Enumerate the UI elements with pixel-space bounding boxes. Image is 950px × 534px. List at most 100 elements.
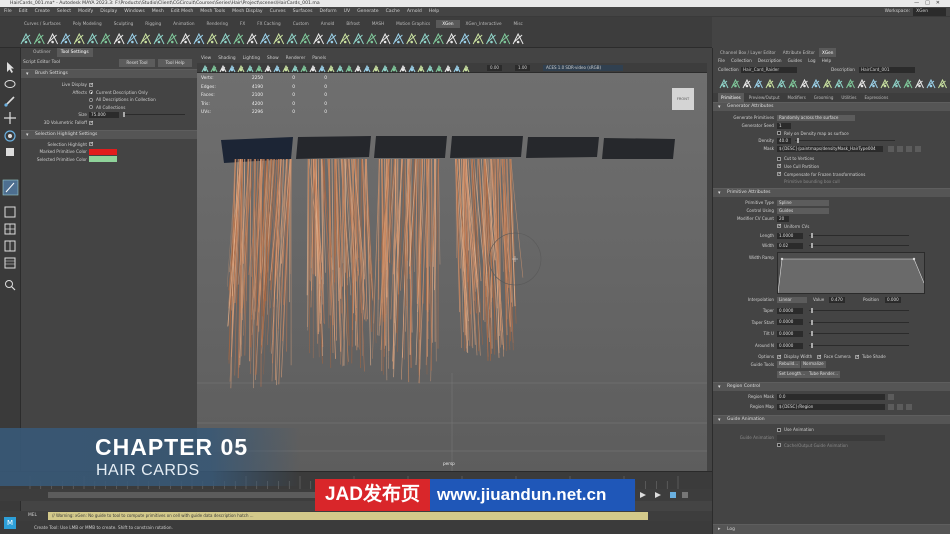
move-tool-icon[interactable] (4, 112, 16, 124)
hair-cards[interactable] (226, 158, 524, 389)
tilt-field[interactable]: 0.0000 (777, 331, 803, 338)
viewport-tool-27-icon[interactable] (435, 64, 443, 73)
shelf-tool-33-icon[interactable] (446, 32, 458, 45)
close-button[interactable]: ✕ (936, 0, 946, 6)
viewport-menu-renderer[interactable]: Renderer (286, 54, 306, 63)
viewport-tool-9-icon[interactable] (273, 64, 281, 73)
width-ramp-graph[interactable] (777, 251, 925, 294)
layout-two-icon[interactable] (4, 240, 16, 252)
generator-seed-field[interactable]: 1 (777, 122, 791, 129)
xgen-tool-7-icon[interactable] (788, 78, 798, 89)
xgen-subtab-preview-output[interactable]: Preview/Output (746, 93, 783, 102)
hair-card-2[interactable] (306, 158, 377, 372)
shelf-tool-30-icon[interactable] (406, 32, 418, 45)
shelf-tool-21-icon[interactable] (286, 32, 298, 45)
shelf-tab-bifrost[interactable]: Bifrost (340, 20, 366, 28)
tab-outliner[interactable]: Outliner (29, 48, 55, 57)
shelf-tool-22-icon[interactable] (299, 32, 311, 45)
xgen-tool-1-icon[interactable] (719, 78, 729, 89)
viewport-tool-11-icon[interactable] (291, 64, 299, 73)
description-dropdown[interactable]: HairCard_001 (859, 66, 915, 73)
shelf-tool-6-icon[interactable] (87, 32, 98, 45)
viewport-tool-10-icon[interactable] (282, 64, 290, 73)
reset-tool-button[interactable]: Reset Tool (119, 59, 155, 67)
shelf-tool-25-icon[interactable] (339, 32, 351, 45)
density-field[interactable]: 40.0 (777, 138, 791, 145)
viewport-tool-24-icon[interactable] (408, 64, 416, 73)
viewport-tool-13-icon[interactable] (309, 64, 317, 73)
tube-render-button[interactable]: Tube Render... (807, 371, 840, 378)
tab-xgen[interactable]: XGen (819, 48, 837, 57)
command-language[interactable]: MEL (28, 512, 37, 520)
region-map-paint-icon[interactable] (888, 403, 894, 410)
guide-animation-header[interactable]: Guide Animation (713, 414, 950, 424)
viewport-tool-16-icon[interactable] (336, 64, 344, 73)
workspace-selector[interactable]: Workspace: XGen (885, 8, 946, 16)
color-space-dropdown[interactable]: ACES 1.0 SDR-video (sRGB) (543, 65, 623, 71)
shelf-tool-26-icon[interactable] (353, 32, 364, 45)
viewport-menu-show[interactable]: Show (267, 54, 279, 63)
cv-count-field[interactable]: 20 (777, 215, 789, 222)
viewport-tool-19-icon[interactable] (363, 64, 371, 73)
width-slider[interactable] (809, 243, 909, 249)
xgen-subtab-modifiers[interactable]: Modifiers (785, 93, 809, 102)
xgen-tool-4-icon[interactable] (754, 78, 763, 89)
length-slider[interactable] (809, 233, 909, 239)
paint-select-icon[interactable] (4, 96, 15, 107)
xgen-menu-file[interactable]: File (718, 57, 725, 65)
xgen-tool-20-icon[interactable] (938, 78, 947, 89)
shelf-tool-36-icon[interactable] (486, 32, 497, 45)
generate-primitives-dropdown[interactable]: Randomly across the surface (777, 114, 855, 121)
cache-guide-checkbox[interactable] (777, 443, 781, 448)
viewport-tool-22-icon[interactable] (390, 64, 398, 73)
menu-item-display[interactable]: Display (100, 7, 117, 17)
scale-tool-icon[interactable] (6, 148, 14, 156)
shelf-tool-8-icon[interactable] (113, 32, 125, 45)
use-animation-checkbox[interactable] (777, 427, 781, 432)
viewport-tool-29-icon[interactable] (453, 64, 461, 73)
paint-map-icon[interactable] (897, 145, 903, 152)
xgen-menu-log[interactable]: Log (808, 57, 815, 65)
brush-settings-header[interactable]: Brush Settings (21, 69, 197, 78)
menu-item-mesh-display[interactable]: Mesh Display (232, 7, 263, 17)
affects-all-collections-radio[interactable] (89, 105, 93, 110)
shelf-tool-23-icon[interactable] (313, 32, 325, 45)
shelf-tab-rendering[interactable]: Rendering (201, 20, 234, 28)
viewport-tool-1-icon[interactable] (201, 64, 209, 73)
taper-start-field[interactable]: 0.0000 (777, 319, 803, 326)
shelf-tool-5-icon[interactable] (73, 32, 85, 45)
menu-item-create[interactable]: Create (35, 7, 50, 17)
rebuild-button[interactable]: Rebuild... (777, 361, 801, 368)
viewport-tool-3-icon[interactable] (219, 64, 227, 73)
layout-four-icon[interactable] (4, 223, 16, 235)
shelf-tool-15-icon[interactable] (206, 32, 218, 45)
viewport-tool-20-icon[interactable] (372, 64, 380, 73)
shelf-tool-34-icon[interactable] (459, 32, 471, 45)
shelf-tool-29-icon[interactable] (392, 32, 404, 45)
xgen-subtab-utilities[interactable]: Utilities (838, 93, 859, 102)
shelf-tool-14-icon[interactable] (193, 32, 205, 45)
gamma-field[interactable]: 1.00 (515, 65, 530, 71)
length-field[interactable]: 1.0000 (777, 233, 803, 240)
minimize-button[interactable]: — (914, 0, 925, 6)
viewport-tool-2-icon[interactable] (210, 64, 218, 73)
lasso-tool-icon[interactable] (4, 80, 16, 88)
affects-all-descriptions-radio[interactable] (89, 97, 93, 102)
xgen-tool-3-icon[interactable] (742, 78, 752, 89)
viewport-tool-15-icon[interactable] (327, 64, 335, 73)
viewport-tool-26-icon[interactable] (426, 64, 434, 73)
normalize-button[interactable]: Normalize (801, 361, 826, 368)
region-control-header[interactable]: Region Control (713, 382, 950, 392)
region-mask-field[interactable]: 0.0 (777, 394, 885, 401)
outliner-layout-icon[interactable] (4, 257, 16, 269)
selection-highlight-checkbox[interactable] (89, 141, 94, 147)
xgen-tool-15-icon[interactable] (880, 78, 890, 89)
shelf-tool-19-icon[interactable] (259, 32, 271, 45)
display-width-checkbox[interactable] (777, 354, 782, 360)
affects-current-radio[interactable] (89, 90, 93, 95)
menu-item-uv[interactable]: UV (344, 7, 351, 17)
shelf-tab-rigging[interactable]: Rigging (139, 20, 167, 28)
shelf-tool-28-icon[interactable] (379, 32, 391, 45)
guide-animation-field[interactable] (777, 434, 885, 441)
menu-item-edit-mesh[interactable]: Edit Mesh (171, 7, 193, 17)
